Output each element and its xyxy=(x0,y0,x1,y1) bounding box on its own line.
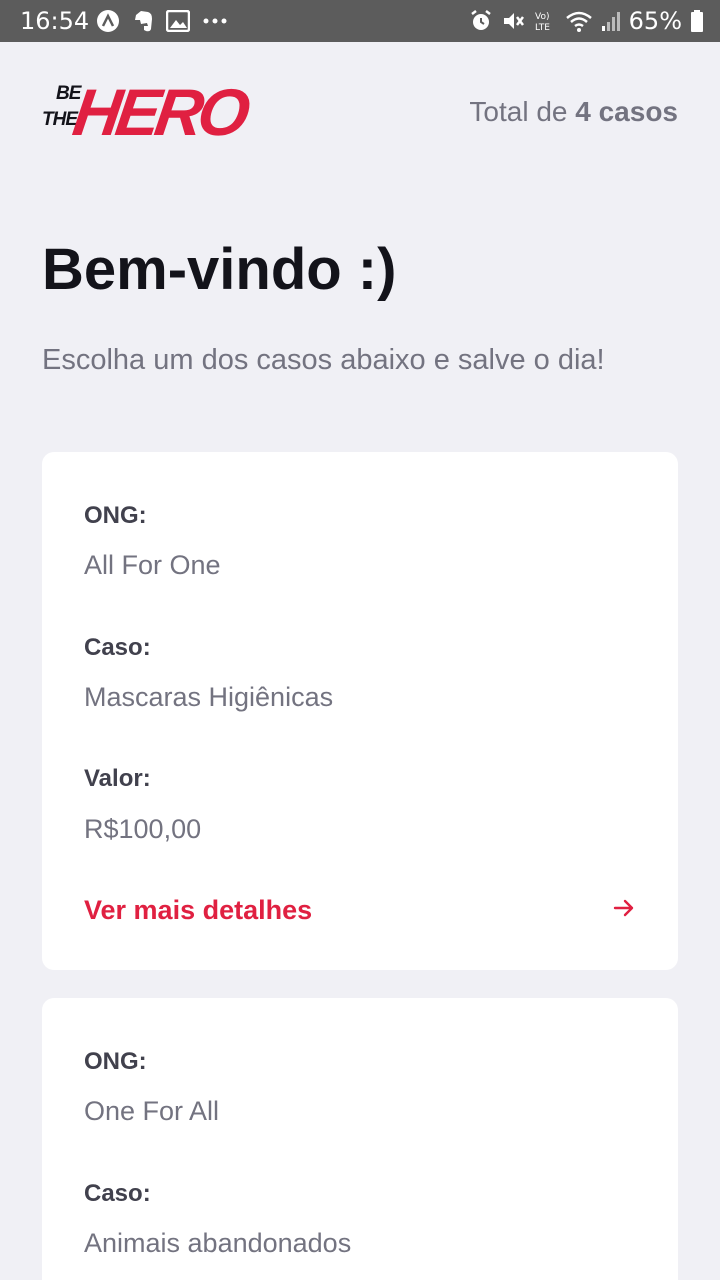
signal-icon xyxy=(601,9,621,33)
status-time: 16:54 xyxy=(20,7,90,35)
total-prefix: Total de xyxy=(469,96,576,127)
ong-value: All For One xyxy=(84,550,221,580)
header: BE THE HERO Total de 4 casos xyxy=(42,75,678,149)
logo-hero: HERO xyxy=(68,75,250,149)
details-button[interactable]: Ver mais detalhes xyxy=(84,890,636,930)
caso-label: Caso: xyxy=(84,634,151,661)
incident-card: ONG: One For All Caso: Animais abandonad… xyxy=(42,998,678,1280)
be-the-hero-logo: BE THE HERO xyxy=(42,75,250,149)
wifi-icon xyxy=(565,9,593,33)
svg-text:Vo): Vo) xyxy=(535,12,549,22)
volte-icon: Vo) LTE xyxy=(533,9,557,33)
caso-label: Caso: xyxy=(84,1180,151,1207)
valor-label: Valor: xyxy=(84,765,151,792)
valor-value: R$100,00 xyxy=(84,814,202,844)
battery-percent: 65% xyxy=(628,7,682,35)
ong-label: ONG: xyxy=(84,1048,147,1075)
svg-text:LTE: LTE xyxy=(535,23,550,33)
more-icon xyxy=(202,17,228,25)
evernote-icon xyxy=(132,9,154,33)
assistant-icon xyxy=(96,9,120,33)
total-cases: Total de 4 casos xyxy=(469,96,678,128)
caso-value: Mascaras Higiênicas xyxy=(84,682,334,712)
ong-value: One For All xyxy=(84,1096,220,1126)
status-bar: 16:54 Vo) LTE 65% xyxy=(0,0,720,42)
mute-icon xyxy=(501,9,525,33)
alarm-icon xyxy=(469,9,493,33)
total-count: 4 casos xyxy=(575,96,678,127)
gallery-icon xyxy=(166,10,190,32)
ong-label: ONG: xyxy=(84,502,147,529)
page-title: Bem-vindo :) xyxy=(42,237,397,302)
incident-card: ONG: All For One Caso: Mascaras Higiênic… xyxy=(42,452,678,970)
arrow-right-icon xyxy=(612,896,636,925)
caso-value: Animais abandonados xyxy=(84,1228,352,1258)
battery-icon xyxy=(690,9,704,33)
page-description: Escolha um dos casos abaixo e salve o di… xyxy=(42,344,605,376)
details-label: Ver mais detalhes xyxy=(84,894,313,925)
